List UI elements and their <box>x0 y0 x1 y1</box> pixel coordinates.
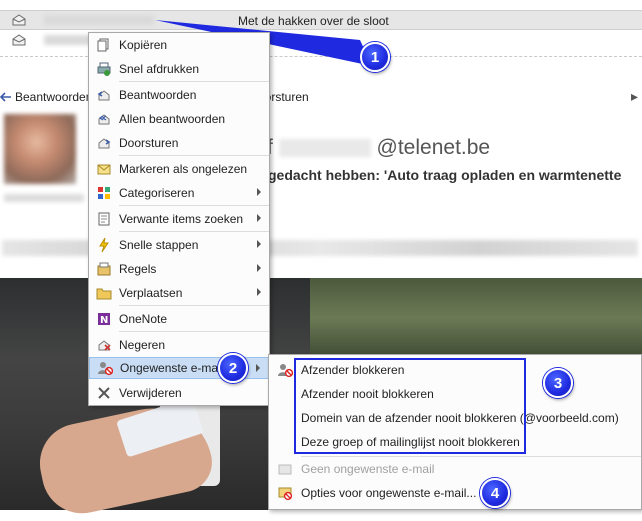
highlight-box-block-options <box>294 358 526 454</box>
menu-item-related-items[interactable]: Verwante items zoeken <box>89 208 269 230</box>
menu-separator <box>119 81 269 82</box>
menu-separator <box>119 231 269 232</box>
menu-separator <box>119 205 269 206</box>
onenote-icon: N <box>89 311 119 327</box>
callout-badge-2: 2 <box>218 353 248 383</box>
menu-separator <box>119 155 269 156</box>
quick-print-icon <box>89 61 119 77</box>
menu-label: Categoriseren <box>119 186 195 200</box>
menu-label: Verplaatsen <box>119 286 183 300</box>
menu-label: Verwante items zoeken <box>119 212 244 226</box>
not-junk-icon <box>269 461 301 477</box>
svg-text:N: N <box>100 315 108 326</box>
mark-unread-icon <box>89 161 119 177</box>
menu-item-reply[interactable]: Beantwoorden <box>89 84 269 106</box>
menu-item-mark-unread[interactable]: Markeren als ongelezen <box>89 158 269 180</box>
junk-options-icon <box>269 485 301 501</box>
menu-label: Verwijderen <box>119 386 182 400</box>
ignore-icon <box>89 337 119 353</box>
submenu-item-junk-options[interactable]: Opties voor ongewenste e-mail... <box>269 481 641 505</box>
reply-icon <box>89 87 119 103</box>
menu-label: OneNote <box>119 312 168 326</box>
menu-label: Markeren als ongelezen <box>119 162 248 176</box>
categorize-icon <box>89 185 119 201</box>
menu-item-move[interactable]: Verplaatsen <box>89 282 269 304</box>
menu-item-copy[interactable]: Kopiëren <box>89 34 269 56</box>
menu-item-categorize[interactable]: Categoriseren <box>89 182 269 204</box>
menu-item-rules[interactable]: Regels <box>89 258 269 280</box>
move-folder-icon <box>89 285 119 301</box>
submenu-arrow-icon <box>256 364 260 372</box>
rules-icon <box>89 261 119 277</box>
submenu-arrow-icon <box>257 288 261 296</box>
submenu-item-not-junk: Geen ongewenste e-mail <box>269 457 641 481</box>
menu-item-delete[interactable]: Verwijderen <box>89 382 269 404</box>
callout-badge-4: 4 <box>480 478 510 508</box>
delete-icon <box>89 385 119 401</box>
quick-steps-icon <box>89 237 119 253</box>
menu-label: Negeren <box>119 338 166 352</box>
menu-item-quick-print[interactable]: Snel afdrukken <box>89 58 269 80</box>
menu-label: Snelle stappen <box>119 238 199 252</box>
menu-item-onenote[interactable]: N OneNote <box>89 308 269 330</box>
menu-separator <box>119 305 269 306</box>
menu-label: Snel afdrukken <box>119 62 200 76</box>
menu-label: Doorsturen <box>119 136 179 150</box>
menu-label: Kopiëren <box>119 38 168 52</box>
submenu-arrow-icon <box>257 240 261 248</box>
callout-badge-1: 1 <box>360 42 390 72</box>
copy-icon <box>89 37 119 53</box>
menu-label: Beantwoorden <box>119 88 197 102</box>
menu-label: Regels <box>119 262 157 276</box>
submenu-label: Geen ongewenste e-mail <box>301 462 435 476</box>
reply-all-icon <box>89 111 119 127</box>
context-menu: Kopiëren Snel afdrukken Beantwoorden All… <box>88 32 270 406</box>
junk-mail-icon <box>90 360 120 376</box>
menu-separator <box>119 331 269 332</box>
menu-item-quick-steps[interactable]: Snelle stappen <box>89 234 269 256</box>
submenu-label: Opties voor ongewenste e-mail... <box>301 486 477 500</box>
menu-label: Ongewenste e-mail <box>120 361 224 375</box>
menu-item-ignore[interactable]: Negeren <box>89 334 269 356</box>
submenu-arrow-icon <box>257 264 261 272</box>
forward-icon <box>89 135 119 151</box>
submenu-arrow-icon <box>257 214 261 222</box>
menu-label: Allen beantwoorden <box>119 112 226 126</box>
callout-badge-3: 3 <box>543 368 573 398</box>
submenu-arrow-icon <box>257 188 261 196</box>
menu-item-reply-all[interactable]: Allen beantwoorden <box>89 108 269 130</box>
menu-item-forward[interactable]: Doorsturen <box>89 132 269 154</box>
related-items-icon <box>89 211 119 227</box>
